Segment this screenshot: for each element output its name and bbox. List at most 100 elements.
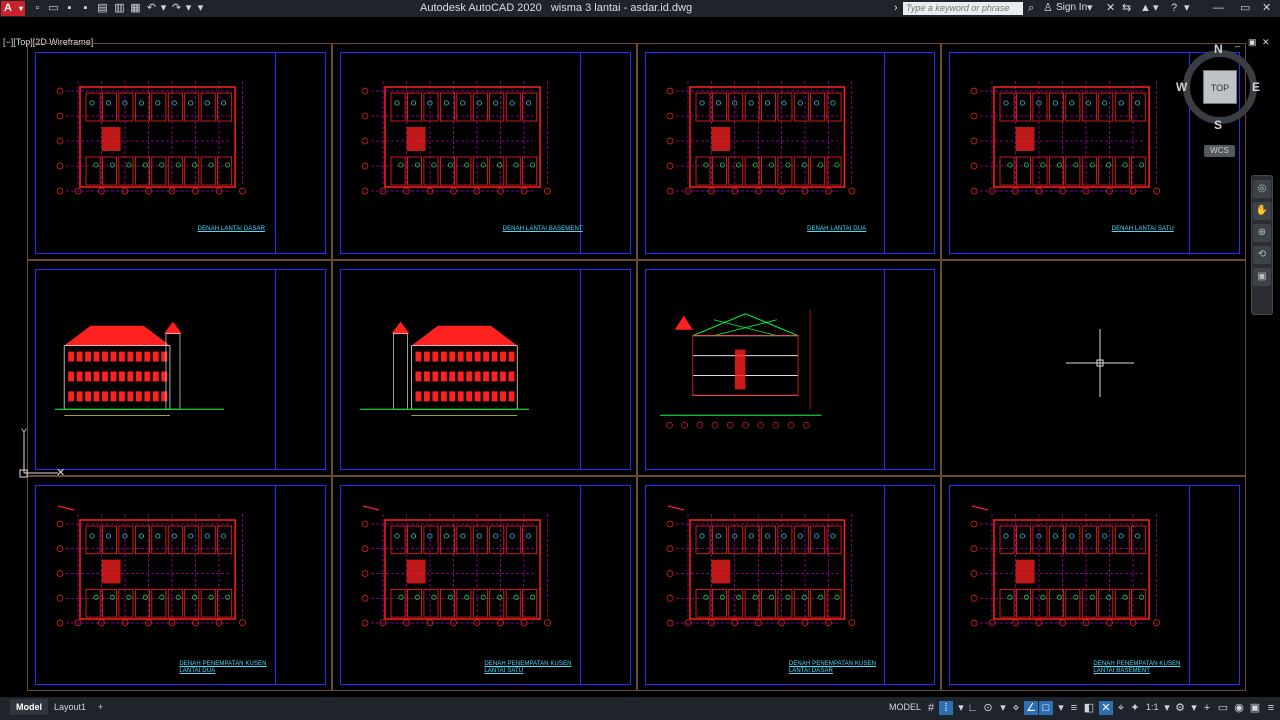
tab-layout1[interactable]: Layout1 [48,699,92,715]
zoom-extents-icon[interactable]: ⊕ [1253,224,1271,242]
compass-north[interactable]: N [1214,42,1223,56]
isolate-objects-icon[interactable]: ◉ [1232,701,1246,715]
search-input[interactable] [903,2,1023,15]
sheet-drawing [359,321,529,416]
compass-west[interactable]: W [1176,80,1187,94]
crosshair-cursor [1066,329,1134,397]
minimize-icon[interactable]: — [1213,2,1224,15]
add-layout-tab-button[interactable]: + [92,699,109,715]
object-snap-tracking-icon[interactable]: ∠ [1024,701,1038,715]
pan-icon[interactable]: ✋ [1253,202,1271,220]
drawing-sheet: DENAH LANTAI DASAR [27,43,332,260]
sheet-drawing [970,505,1160,627]
drawing-canvas[interactable]: [−][Top][2D Wireframe] _ ▣ ✕ DENAH LANTA… [0,17,1280,697]
help-icon[interactable]: ? [1171,2,1177,15]
autoscale-icon[interactable]: ✦ [1128,701,1142,715]
steering-wheel-icon[interactable]: ◎ [1253,180,1271,198]
tab-model[interactable]: Model [10,699,48,715]
status-bar: Model Layout1 + MODEL # ⁞ ▾ ∟ ⊙ ▾ ⋄ ∠ □ … [0,697,1280,720]
sheet-drawing [361,505,551,627]
drawing-sheet: DENAH PENEMPATAN KUSEN LANTAI DUA [27,476,332,691]
sheet-drawing [56,505,246,627]
sheet-border [645,269,935,470]
object-snap-dropdown-icon[interactable]: ▾ [1054,701,1068,715]
sheet-title: DENAH PENEMPATAN KUSEN LANTAI SATU [484,661,572,674]
save-icon[interactable]: ▪ [63,2,76,15]
compass-south[interactable]: S [1214,118,1222,132]
workspace-gear-icon[interactable]: ⚙ [1173,701,1187,715]
title-block [580,486,632,684]
drawing-sheet [27,260,332,476]
isodraft-icon[interactable]: ⋄ [1009,701,1023,715]
cart-icon[interactable]: ✕ [1106,2,1115,15]
user-icon[interactable]: ♙ [1043,2,1053,15]
save-as-icon[interactable]: ▪ [79,2,92,15]
selection-cycling-icon[interactable]: ✕ [1099,701,1113,715]
annotation-monitor-icon[interactable]: + [1200,701,1214,715]
save-web-icon[interactable]: ▥ [113,2,126,15]
ortho-icon[interactable]: ∟ [966,701,980,715]
drawing-sheet [637,260,941,476]
units-icon[interactable]: ▭ [1216,701,1230,715]
showmotion-icon[interactable]: ▣ [1253,268,1271,286]
network-dropdown-icon[interactable]: ▾ [1153,2,1159,15]
sheet-drawing [666,81,856,195]
sheet-title: DENAH LANTAI BASEMENT [502,226,583,232]
workspace-dropdown-icon[interactable]: ▾ [1187,701,1201,715]
transparency-icon[interactable]: ◧ [1082,701,1096,715]
drawing-sheet: DENAH LANTAI DUA [637,43,941,260]
snap-mode-icon[interactable]: ⁞ [939,701,953,715]
sheet-border: DENAH LANTAI BASEMENT [340,52,631,254]
view-cube-top-face[interactable]: TOP [1203,70,1237,104]
sheet-title: DENAH PENEMPATAN KUSEN LANTAI DUA [179,661,267,674]
title-block [884,270,936,469]
scale-dropdown-icon[interactable]: ▾ [1160,701,1174,715]
orbit-icon[interactable]: ⟲ [1253,246,1271,264]
application-menu-button[interactable]: A [1,1,25,16]
customization-icon[interactable]: ≡ [1264,701,1278,715]
undo-dropdown-icon[interactable]: ▾ [157,2,170,15]
maximize-icon[interactable]: ▭ [1240,2,1250,15]
drawing-sheet: DENAH LANTAI BASEMENT [332,43,637,260]
search-expand-icon[interactable]: › [894,2,898,15]
open-folder-icon[interactable]: ▭ [47,2,60,15]
customize-dropdown-icon[interactable]: ▾ [194,2,207,15]
object-snap-icon[interactable]: □ [1039,701,1053,715]
sign-in-dropdown-icon[interactable]: ▾ [1087,2,1093,15]
open-web-icon[interactable]: ▤ [96,2,109,15]
autocad-window: A ▫ ▭ ▪ ▪ ▤ ▥ ▦ ↶ ▾ ↷ ▾ ▾ Autodesk AutoC… [0,0,1280,720]
view-cube[interactable]: TOP N S W E [1176,42,1261,134]
lineweight-icon[interactable]: ≡ [1067,701,1081,715]
polar-tracking-icon[interactable]: ⊙ [981,701,995,715]
sheet-border [35,269,326,470]
annotation-scale[interactable]: 1:1 [1146,702,1159,712]
navigation-bar: ◎ ✋ ⊕ ⟲ ▣ [1251,175,1273,315]
sheet-title: DENAH PENEMPATAN KUSEN LANTAI DASAR [788,661,877,674]
polar-dropdown-icon[interactable]: ▾ [996,701,1010,715]
title-block [275,486,327,684]
help-dropdown-icon[interactable]: ▾ [1184,2,1190,15]
model-space-toggle[interactable]: MODEL [889,702,921,712]
clean-screen-icon[interactable]: ▣ [1248,701,1262,715]
search-icon[interactable]: ⌕ [1028,2,1034,15]
plot-icon[interactable]: ▦ [129,2,142,15]
sheet-drawing [56,81,246,195]
viewport-close-icon[interactable]: ✕ [1262,37,1270,48]
wcs-menu[interactable]: WCS [1204,145,1235,157]
title-block [275,270,327,469]
sheet-border: DENAH PENEMPATAN KUSEN LANTAI DASAR [645,485,935,685]
compass-east[interactable]: E [1252,80,1260,94]
title-block [1189,486,1241,684]
network-icon[interactable]: ▲ [1140,2,1151,15]
title-block [884,53,936,253]
new-file-icon[interactable]: ▫ [31,2,44,15]
sheet-drawing [970,81,1160,195]
sign-in-link[interactable]: Sign In [1056,2,1087,13]
title-block [580,53,632,253]
close-icon[interactable]: ✕ [1262,2,1271,15]
autodesk-app-store-icon[interactable]: ⇆ [1122,2,1131,15]
sheet-border: DENAH LANTAI DASAR [35,52,326,254]
annotation-visibility-icon[interactable]: ⌖ [1114,701,1128,715]
grid-icon[interactable]: # [924,701,938,715]
svg-text:Y: Y [21,427,27,437]
